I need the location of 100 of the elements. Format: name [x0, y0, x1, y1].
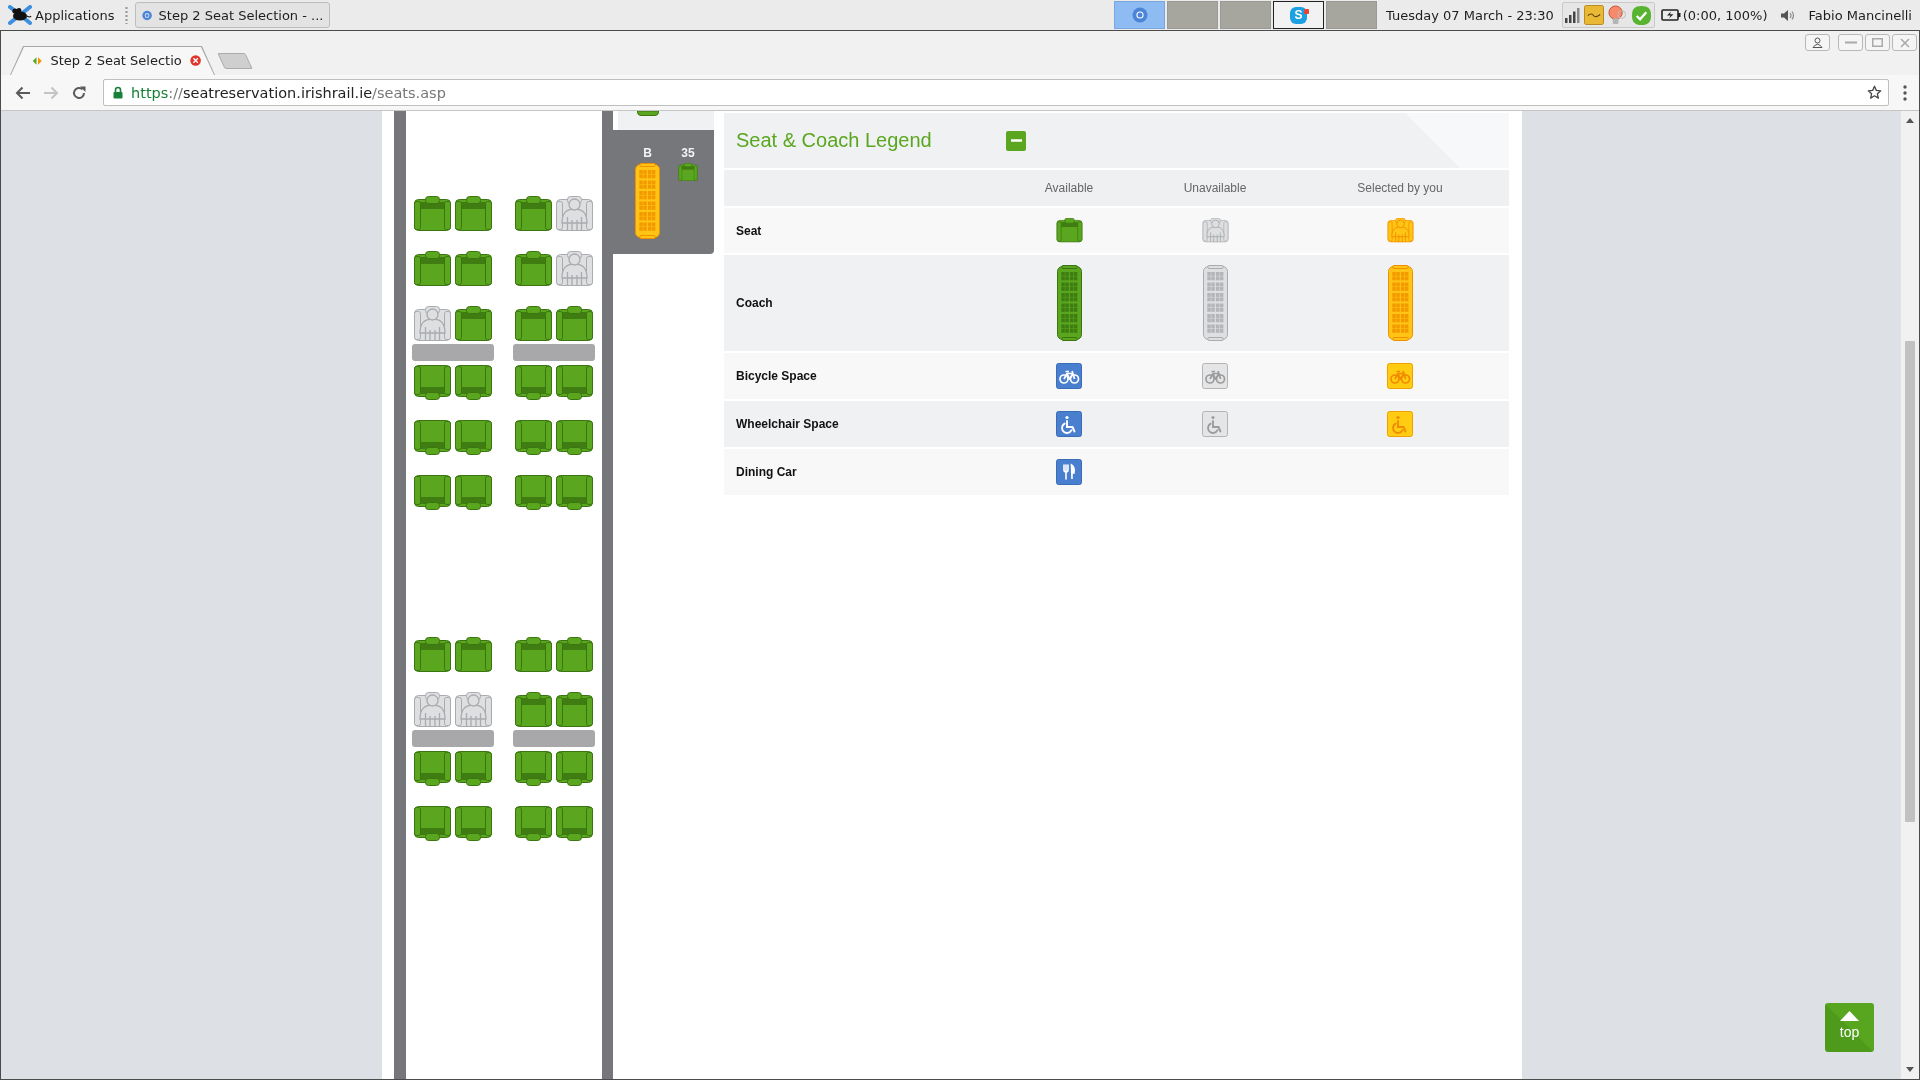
person-seat-icon: [1201, 218, 1229, 243]
seat-icon[interactable]: [413, 750, 452, 786]
url-text: https://seatreservation.irishrail.ie/seats.asp: [131, 84, 447, 101]
seat-icon[interactable]: [413, 637, 452, 673]
seat-icon[interactable]: [555, 637, 594, 673]
wheelchair-icon: [1387, 411, 1413, 437]
arrows-icon: [32, 54, 43, 67]
user-name: Fabio Mancinelli: [1808, 7, 1912, 23]
coach-icon: [1202, 265, 1228, 341]
legend-label: Wheelchair Space: [736, 417, 839, 431]
menu-icon[interactable]: [1903, 84, 1907, 101]
seat-icon[interactable]: [555, 364, 594, 400]
bicycle-icon: [1202, 363, 1228, 389]
seat-icon[interactable]: [555, 419, 594, 455]
applications-menu[interactable]: Applications: [6, 2, 117, 28]
mouse-logo-icon: [8, 5, 32, 25]
minimize-icon: [1844, 41, 1857, 44]
check-icon: [1630, 4, 1652, 26]
column-header: Selected by you: [1357, 181, 1443, 195]
battery-icon: [1660, 9, 1681, 21]
speaker-icon[interactable]: [1779, 8, 1795, 22]
table-icon: [412, 344, 494, 361]
table-icon: [412, 730, 494, 747]
seat-icon: [678, 163, 698, 182]
back-to-top-button[interactable]: top: [1825, 1003, 1874, 1052]
seat-icon[interactable]: [514, 306, 553, 342]
battery-status: (0:00, 100%): [1682, 7, 1768, 23]
seat-icon[interactable]: [454, 637, 493, 673]
window-button[interactable]: Step 2 Seat Selection - ...: [135, 2, 331, 28]
seat-icon[interactable]: [454, 474, 493, 510]
column-header: Unavailable: [1183, 181, 1247, 195]
seat-icon[interactable]: [555, 306, 594, 342]
bicycle-icon: [1056, 363, 1082, 389]
legend-label: Seat: [736, 223, 762, 238]
seat-icon[interactable]: [514, 692, 553, 728]
clock: Tuesday 07 March - 23:30: [1386, 7, 1554, 23]
seat-icon[interactable]: [514, 805, 553, 841]
close-icon[interactable]: [189, 53, 201, 68]
triangle-up-icon: [1840, 1011, 1859, 1021]
table-icon: [513, 344, 595, 361]
seat-icon[interactable]: [454, 306, 493, 342]
lightbulb-icon: [1607, 5, 1627, 25]
app-logo: S: [1290, 6, 1307, 24]
seat-icon[interactable]: [413, 196, 452, 232]
seat-icon[interactable]: [413, 251, 452, 287]
seat-icon[interactable]: [514, 419, 553, 455]
collapse-button[interactable]: [1006, 130, 1026, 151]
legend-label: Dining Car: [736, 465, 797, 479]
coach-icon: [635, 163, 660, 239]
seat-icon[interactable]: [413, 364, 452, 400]
address-bar[interactable]: https://seatreservation.irishrail.ie/seats.asp: [103, 79, 1889, 106]
coach-tab[interactable]: [618, 111, 714, 130]
seat-icon[interactable]: [514, 474, 553, 510]
legend-label: Coach: [736, 296, 773, 310]
close-icon: [1899, 37, 1910, 48]
person-seat-icon: [1386, 218, 1414, 243]
seat-icon[interactable]: [555, 805, 594, 841]
profile-button[interactable]: [1805, 34, 1830, 51]
seat-icon[interactable]: [555, 692, 594, 728]
seat-icon[interactable]: [454, 364, 493, 400]
seat-icon[interactable]: [514, 196, 553, 232]
tab-title: Step 2 Seat Selectio: [50, 53, 182, 68]
star-icon[interactable]: [1867, 85, 1882, 100]
coach-icon: [1387, 265, 1413, 341]
seat-icon[interactable]: [454, 805, 493, 841]
legend-label: Bicycle Space: [736, 369, 817, 383]
lock-icon: [113, 86, 123, 99]
seat-icon[interactable]: [514, 251, 553, 287]
bicycle-icon: [1387, 363, 1413, 389]
arrow-up-icon[interactable]: [1906, 118, 1914, 123]
reload-icon[interactable]: [71, 84, 87, 101]
scrollbar-thumb[interactable]: [1905, 341, 1915, 822]
table-icon: [513, 730, 595, 747]
seat-icon[interactable]: [413, 805, 452, 841]
signal-icon: [1564, 7, 1580, 23]
seat-icon[interactable]: [454, 750, 493, 786]
seat-icon[interactable]: [413, 419, 452, 455]
maximize-icon: [1872, 38, 1883, 47]
seat-icon[interactable]: [555, 474, 594, 510]
seat-icon[interactable]: [514, 364, 553, 400]
browser-tab[interactable]: Step 2 Seat Selectio: [10, 46, 215, 75]
back-icon[interactable]: [15, 84, 31, 101]
coach-icon: [637, 111, 659, 116]
seat-icon[interactable]: [555, 750, 594, 786]
coach-label: B: [643, 146, 652, 160]
seat-icon[interactable]: [454, 196, 493, 232]
wheelchair-icon: [1056, 411, 1082, 437]
wheelchair-icon: [1202, 411, 1228, 437]
coach-icon: [1056, 265, 1082, 341]
seat-icon[interactable]: [514, 750, 553, 786]
seat-icon[interactable]: [454, 419, 493, 455]
seat-icon[interactable]: [413, 474, 452, 510]
column-header: Available: [1044, 181, 1094, 195]
coach-tab[interactable]: B 35: [613, 130, 714, 254]
seat-icon: [1055, 218, 1083, 243]
fork-knife-icon: [1056, 459, 1082, 485]
arrow-down-icon[interactable]: [1906, 1067, 1914, 1072]
seat-icon[interactable]: [454, 251, 493, 287]
ring-icon: [1131, 7, 1148, 23]
seat-icon[interactable]: [514, 637, 553, 673]
